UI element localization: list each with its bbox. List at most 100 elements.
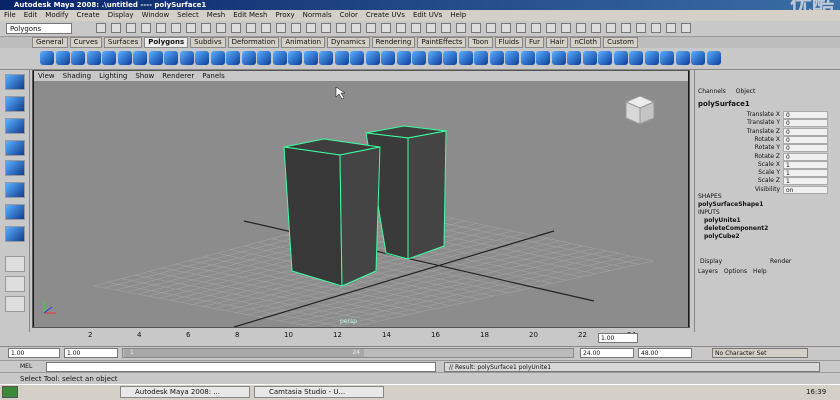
view-cube[interactable] — [620, 94, 660, 126]
tab-rendering[interactable]: Rendering — [371, 37, 416, 48]
range-end-field[interactable]: 24.00 — [580, 348, 634, 358]
status-line-icon[interactable] — [396, 23, 406, 33]
layout-button[interactable] — [5, 296, 25, 312]
shelf-icon[interactable] — [117, 51, 132, 65]
shelf-icon[interactable] — [660, 51, 674, 65]
layer-menu-help[interactable]: Help — [753, 268, 767, 275]
shelf-icon[interactable] — [474, 51, 488, 65]
tab-polygons[interactable]: Polygons — [144, 37, 189, 48]
range-start-field[interactable]: 1.00 — [8, 348, 60, 358]
status-line-icon[interactable] — [156, 23, 166, 33]
shelf-icon[interactable] — [257, 51, 271, 65]
layer-menu-options[interactable]: Options — [724, 268, 747, 275]
status-line-icon[interactable] — [681, 23, 691, 33]
shelf-icon[interactable] — [303, 51, 318, 65]
status-line-icon[interactable] — [291, 23, 301, 33]
status-line-icon[interactable] — [516, 23, 526, 33]
status-line-icon[interactable] — [246, 23, 256, 33]
shelf-icon[interactable] — [598, 51, 612, 65]
status-line-icon[interactable] — [636, 23, 646, 33]
taskbar-item-camtasia[interactable]: Camtasia Studio - U... — [254, 386, 384, 398]
tab-subdivs[interactable]: Subdivs — [190, 37, 226, 48]
attr-value[interactable]: 1 — [783, 169, 828, 178]
tab-general[interactable]: General — [32, 37, 68, 48]
menu-item-normals[interactable]: Normals — [303, 10, 332, 21]
shelf-icon[interactable] — [40, 51, 54, 65]
tab-painteffects[interactable]: PaintEffects — [417, 37, 467, 48]
channel-box-tab-channels[interactable]: Channels — [698, 88, 726, 95]
shelf-icon[interactable] — [71, 51, 85, 65]
shelf-icon[interactable] — [241, 51, 256, 65]
shelf-icon[interactable] — [489, 51, 504, 65]
shelf-icon[interactable] — [629, 51, 643, 65]
command-input[interactable] — [46, 362, 436, 372]
status-line-icon[interactable] — [336, 23, 346, 33]
shelf-icon[interactable] — [427, 51, 442, 65]
status-line-icon[interactable] — [576, 23, 586, 33]
menu-item-proxy[interactable]: Proxy — [275, 10, 294, 21]
shelf-icon[interactable] — [148, 51, 163, 65]
status-line-icon[interactable] — [441, 23, 451, 33]
attr-value[interactable]: 1 — [783, 177, 828, 186]
shelf-icon[interactable] — [520, 51, 535, 65]
menu-item-window[interactable]: Window — [142, 10, 170, 21]
shelf-icon[interactable] — [86, 51, 101, 65]
tool-button[interactable] — [5, 140, 25, 156]
menu-item-color[interactable]: Color — [340, 10, 358, 21]
tool-button[interactable] — [5, 96, 25, 112]
time-slider[interactable] — [32, 330, 592, 346]
tab-animation[interactable]: Animation — [281, 37, 326, 48]
status-line-icon[interactable] — [126, 23, 136, 33]
status-line-icon[interactable] — [171, 23, 181, 33]
shelf-icon[interactable] — [706, 51, 721, 65]
status-line-icon[interactable] — [321, 23, 331, 33]
shelf-icon[interactable] — [272, 51, 287, 65]
range-start2-field[interactable]: 1.00 — [64, 348, 118, 358]
tool-button[interactable] — [5, 160, 25, 176]
shelf-icon[interactable] — [55, 51, 70, 65]
status-line-icon[interactable] — [591, 23, 601, 33]
attr-value[interactable]: 1 — [783, 160, 828, 169]
layer-menu-layers[interactable]: Layers — [698, 268, 718, 275]
menu-item-display[interactable]: Display — [108, 10, 134, 21]
attr-value[interactable]: 0 — [783, 152, 828, 161]
panel-menu-show[interactable]: Show — [135, 71, 154, 81]
status-line-icon[interactable] — [486, 23, 496, 33]
status-line-icon[interactable] — [306, 23, 316, 33]
range-slider-handle[interactable]: 1 24 — [124, 349, 364, 357]
shelf-icon[interactable] — [613, 51, 628, 65]
status-line-icon[interactable] — [546, 23, 556, 33]
start-button[interactable] — [2, 386, 18, 398]
status-line-icon[interactable] — [411, 23, 421, 33]
status-line-icon[interactable] — [651, 23, 661, 33]
shelf-icon[interactable] — [319, 51, 333, 65]
shape-name[interactable]: polySurfaceShape1 — [698, 201, 763, 208]
shelf-icon[interactable] — [567, 51, 581, 65]
status-line-icon[interactable] — [201, 23, 211, 33]
tab-surfaces[interactable]: Surfaces — [103, 37, 143, 48]
tool-button[interactable] — [5, 204, 25, 220]
attr-value[interactable]: 0 — [783, 144, 828, 153]
tab-custom[interactable]: Custom — [603, 37, 638, 48]
status-line-icon[interactable] — [456, 23, 466, 33]
status-line-icon[interactable] — [111, 23, 121, 33]
shelf-icon[interactable] — [644, 51, 659, 65]
status-line-icon[interactable] — [561, 23, 571, 33]
status-line-icon[interactable] — [666, 23, 676, 33]
panel-menu-shading[interactable]: Shading — [63, 71, 91, 81]
menu-item-edit-uvs[interactable]: Edit UVs — [413, 10, 442, 21]
panel-menu-lighting[interactable]: Lighting — [99, 71, 127, 81]
shelf-icon[interactable] — [164, 51, 178, 65]
tab-ncloth[interactable]: nCloth — [570, 37, 602, 48]
shelf-icon[interactable] — [536, 51, 550, 65]
status-line-icon[interactable] — [621, 23, 631, 33]
shelf-icon[interactable] — [179, 51, 194, 65]
shelf-icon[interactable] — [691, 51, 705, 65]
status-line-icon[interactable] — [501, 23, 511, 33]
tab-toon[interactable]: Toon — [468, 37, 493, 48]
status-line-icon[interactable] — [351, 23, 361, 33]
shelf-icon[interactable] — [350, 51, 364, 65]
attr-value[interactable]: 0 — [783, 127, 828, 136]
shelf-icon[interactable] — [675, 51, 690, 65]
input-node[interactable]: deleteComponent2 — [704, 225, 768, 232]
